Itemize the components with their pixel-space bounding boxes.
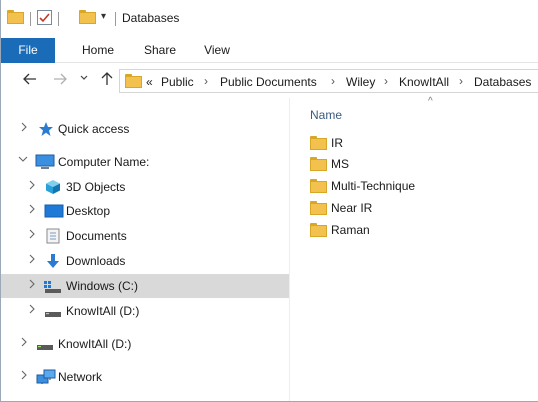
nav-label: Windows (C:) (66, 279, 139, 293)
folder-name: IR (331, 136, 343, 150)
drive-icon (36, 336, 54, 352)
expand-chevron-icon[interactable] (28, 304, 38, 317)
nav-item-knowitall-d-root[interactable]: KnowItAll (D:) (1, 332, 289, 356)
folder-icon[interactable] (7, 10, 24, 24)
expand-chevron-icon[interactable] (28, 204, 38, 217)
nav-label: 3D Objects (66, 180, 126, 194)
toolbar-separator (30, 12, 31, 26)
nav-label: KnowItAll (D:) (66, 304, 140, 318)
nav-item-knowitall-d[interactable]: KnowItAll (D:) (1, 299, 289, 323)
nav-label: Desktop (66, 204, 111, 218)
list-item[interactable]: Near IR (308, 198, 528, 220)
expand-chevron-icon[interactable] (20, 122, 30, 135)
recent-locations-chevron-icon[interactable] (79, 73, 89, 89)
expand-chevron-icon[interactable] (28, 180, 38, 193)
cube-icon (45, 179, 63, 195)
desktop-icon (44, 203, 64, 219)
breadcrumb-chevron-icon[interactable]: › (384, 74, 388, 88)
nav-label: Network (58, 370, 103, 384)
list-item[interactable]: Raman (308, 220, 528, 242)
file-explorer-window: ▾ Databases File Home Share View « Publi… (0, 0, 538, 402)
file-list: ^ Name IR MS Multi-Technique Near IR Ram… (290, 96, 538, 401)
download-arrow-icon (45, 253, 63, 269)
breadcrumb-public[interactable]: Public (161, 75, 194, 89)
address-bar[interactable]: « Public › Public Documents › Wiley › Kn… (119, 69, 538, 93)
folder-name: Near IR (331, 201, 373, 215)
customize-toolbar-chevron-icon[interactable]: ▾ (101, 11, 106, 22)
address-row: « Public › Public Documents › Wiley › Kn… (1, 64, 538, 98)
properties-check-icon[interactable] (37, 10, 52, 25)
nav-label: Quick access (58, 122, 130, 136)
folder-icon (310, 157, 327, 171)
breadcrumb-public-documents[interactable]: Public Documents (220, 75, 317, 89)
breadcrumb-chevron-icon[interactable]: › (459, 74, 463, 88)
list-item[interactable]: MS (308, 154, 528, 176)
nav-label: Downloads (66, 254, 126, 268)
nav-item-network[interactable]: Network (1, 365, 289, 389)
star-icon (38, 121, 56, 137)
tab-home[interactable]: Home (73, 38, 123, 63)
title-bar: ▾ Databases (1, 0, 538, 38)
breadcrumb-wiley[interactable]: Wiley (346, 75, 375, 89)
collapse-chevron-icon[interactable] (18, 155, 28, 166)
up-arrow-icon[interactable] (100, 72, 114, 89)
tab-view[interactable]: View (194, 38, 240, 63)
sort-ascending-icon: ^ (428, 96, 433, 107)
nav-item-documents[interactable]: Documents (1, 224, 289, 248)
tab-share[interactable]: Share (135, 38, 185, 63)
expand-chevron-icon[interactable] (28, 279, 38, 292)
nav-item-windows-c[interactable]: Windows (C:) (1, 274, 289, 298)
nav-label: Documents (66, 229, 127, 243)
drive-icon (44, 303, 62, 319)
nav-item-downloads[interactable]: Downloads (1, 249, 289, 273)
breadcrumb-overflow[interactable]: « (146, 75, 153, 89)
ribbon: File Home Share View (1, 38, 538, 63)
document-icon (46, 228, 64, 244)
forward-arrow-icon[interactable] (53, 72, 67, 89)
folder-name: Multi-Technique (331, 179, 416, 193)
breadcrumb-databases[interactable]: Databases (474, 75, 531, 89)
folder-name: MS (331, 157, 349, 171)
drive-icon (44, 278, 62, 294)
tab-file[interactable]: File (1, 38, 55, 63)
list-item[interactable]: IR (308, 133, 528, 155)
toolbar-separator (58, 12, 59, 26)
network-icon (36, 369, 56, 385)
folder-icon (310, 179, 327, 193)
expand-chevron-icon[interactable] (28, 254, 38, 267)
nav-item-desktop[interactable]: Desktop (1, 199, 289, 223)
new-folder-icon[interactable] (79, 10, 96, 24)
breadcrumb-chevron-icon[interactable]: › (331, 74, 335, 88)
toolbar-separator (115, 12, 116, 26)
breadcrumb-knowitall[interactable]: KnowItAll (399, 75, 449, 89)
folder-icon (310, 223, 327, 237)
expand-chevron-icon[interactable] (20, 370, 30, 383)
folder-name: Raman (331, 223, 370, 237)
folder-icon (310, 201, 327, 215)
nav-item-3d-objects[interactable]: 3D Objects (1, 175, 289, 199)
list-item[interactable]: Multi-Technique (308, 176, 528, 198)
navigation-pane: Quick access Computer Name: 3D Objects D… (1, 98, 289, 401)
window-title: Databases (122, 11, 180, 25)
nav-label: Computer Name: (58, 155, 150, 169)
nav-label: KnowItAll (D:) (58, 337, 132, 351)
breadcrumb-chevron-icon[interactable]: › (204, 74, 208, 88)
column-header-name[interactable]: Name (310, 108, 342, 122)
computer-icon (35, 154, 55, 170)
expand-chevron-icon[interactable] (28, 229, 38, 242)
folder-icon (125, 74, 142, 88)
back-arrow-icon[interactable] (23, 72, 37, 89)
folder-icon (310, 136, 327, 150)
nav-item-quick-access[interactable]: Quick access (1, 117, 289, 141)
expand-chevron-icon[interactable] (20, 337, 30, 350)
nav-item-computer[interactable]: Computer Name: (1, 150, 289, 174)
